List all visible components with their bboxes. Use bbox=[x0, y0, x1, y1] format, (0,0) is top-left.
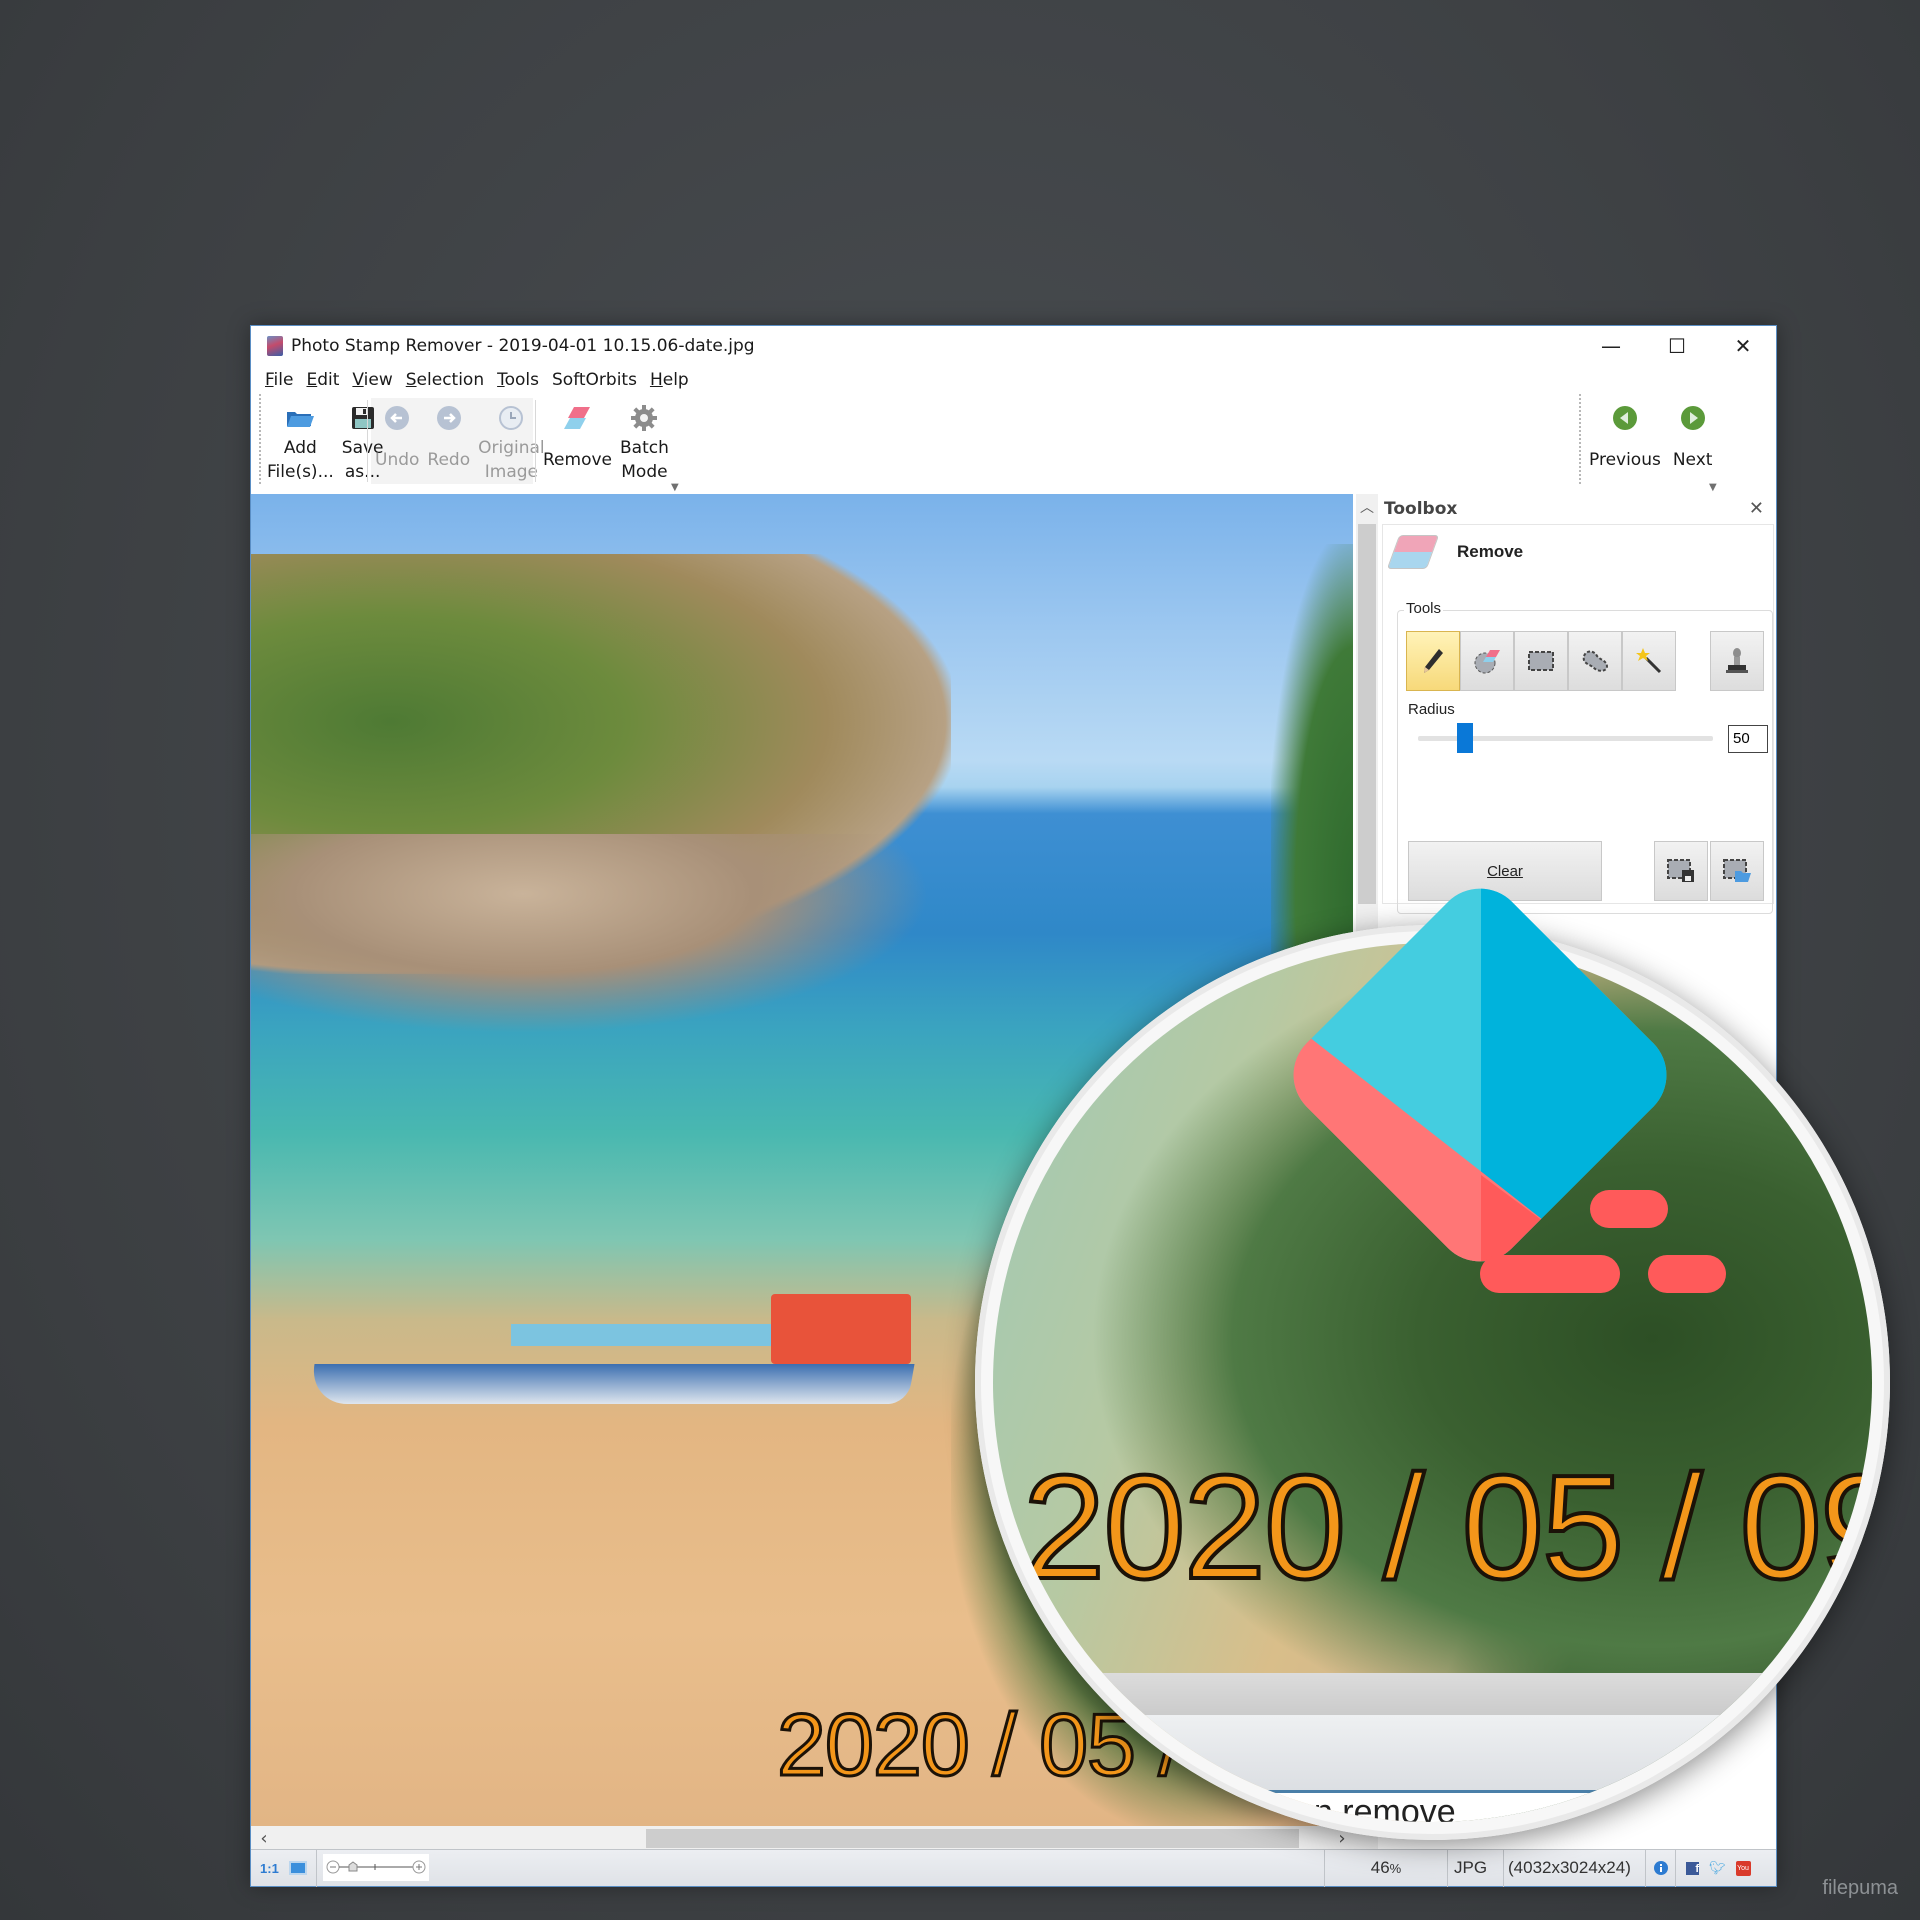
stamp-icon bbox=[1726, 648, 1748, 673]
logo-cyan-dark bbox=[1481, 869, 1686, 1281]
rectangle-selection-icon bbox=[1528, 651, 1554, 671]
lasso-selection-icon bbox=[1582, 650, 1609, 672]
redo-button[interactable]: Redo bbox=[423, 398, 474, 486]
actual-size-button[interactable]: 1:1 bbox=[260, 1861, 279, 1876]
eraser-selection-tool-button[interactable] bbox=[1460, 631, 1514, 691]
undo-arrow-icon bbox=[381, 402, 413, 434]
minimize-button[interactable]: — bbox=[1578, 326, 1644, 366]
clock-history-icon bbox=[495, 402, 527, 434]
menu-bar: File Edit View Selection Tools SoftOrbit… bbox=[251, 366, 1776, 394]
photo-boat bbox=[307, 1294, 991, 1414]
toolbar-grip[interactable] bbox=[259, 394, 261, 484]
status-bar: 1:1 46% JPG (4032x3024x24) f 🐦︎ You bbox=[251, 1849, 1776, 1887]
menu-softorbits[interactable]: SoftOrbits bbox=[552, 370, 637, 390]
image-dimensions: (4032x3024x24) bbox=[1504, 1849, 1646, 1887]
menu-edit[interactable]: Edit bbox=[306, 370, 339, 390]
photo-rocks bbox=[251, 834, 931, 1034]
logo-dash-bottom-right bbox=[1648, 1255, 1726, 1293]
toolbar: Add File(s)... Save as... Undo Redo Orig… bbox=[251, 394, 1776, 494]
next-button[interactable]: Next bbox=[1667, 398, 1719, 486]
horizontal-scroll-thumb[interactable] bbox=[646, 1829, 1299, 1848]
pencil-tool-button[interactable] bbox=[1406, 631, 1460, 691]
menu-file[interactable]: File bbox=[265, 370, 293, 390]
facebook-icon[interactable]: f bbox=[1686, 1861, 1699, 1875]
app-icon bbox=[267, 336, 283, 356]
toolbox-title: Toolbox bbox=[1384, 499, 1458, 519]
magic-wand-tool-button[interactable] bbox=[1622, 631, 1676, 691]
logo-dash-top bbox=[1590, 1190, 1668, 1228]
remove-button[interactable]: Remove bbox=[539, 398, 616, 486]
zoom-level: 46% bbox=[1324, 1849, 1448, 1887]
magnifier-caption: can remove bbox=[1278, 1793, 1456, 1822]
undo-button[interactable]: Undo bbox=[371, 398, 423, 486]
magnified-date-stamp: 2020 / 05 / 09 bbox=[1021, 1443, 1872, 1612]
radius-label: Radius bbox=[1408, 701, 1455, 718]
scroll-up-icon[interactable]: ︿ bbox=[1356, 494, 1378, 520]
close-button[interactable]: ✕ bbox=[1710, 326, 1776, 366]
eraser-icon bbox=[1386, 535, 1440, 569]
gear-icon bbox=[628, 402, 660, 434]
eraser-selection-icon bbox=[1474, 650, 1500, 674]
previous-arrow-icon bbox=[1609, 402, 1641, 434]
menu-selection[interactable]: Selection bbox=[406, 370, 484, 390]
batch-mode-button[interactable]: Batch Mode bbox=[616, 398, 673, 486]
horizontal-scrollbar[interactable]: ‹ › bbox=[251, 1826, 1378, 1851]
eraser-logo-icon bbox=[1274, 869, 1726, 1293]
logo-dash-bottom-left bbox=[1480, 1255, 1620, 1293]
stamp-tool-button[interactable] bbox=[1710, 631, 1764, 691]
mode-label: Remove bbox=[1457, 542, 1524, 561]
toolbox-close-icon[interactable]: ✕ bbox=[1749, 498, 1764, 519]
next-arrow-icon bbox=[1677, 402, 1709, 434]
toolbar-overflow-icon[interactable]: ▼ bbox=[671, 482, 679, 493]
twitter-icon[interactable]: 🐦︎ bbox=[1709, 1860, 1726, 1876]
maximize-button[interactable]: ☐ bbox=[1644, 326, 1710, 366]
redo-arrow-icon bbox=[433, 402, 465, 434]
zoom-slider[interactable] bbox=[323, 1854, 429, 1881]
nav-overflow-icon[interactable]: ▼ bbox=[1709, 482, 1717, 493]
file-format: JPG bbox=[1448, 1849, 1504, 1887]
info-icon[interactable] bbox=[1646, 1849, 1676, 1887]
menu-view[interactable]: View bbox=[352, 370, 392, 390]
youtube-icon[interactable]: You bbox=[1735, 1860, 1751, 1876]
radius-input[interactable]: 50 bbox=[1728, 725, 1768, 753]
rectangle-selection-tool-button[interactable] bbox=[1514, 631, 1568, 691]
eraser-icon bbox=[562, 402, 594, 434]
scroll-left-icon[interactable]: ‹ bbox=[253, 1826, 275, 1851]
watermark: filepuma bbox=[1822, 1877, 1898, 1899]
fit-to-window-icon[interactable] bbox=[288, 1861, 307, 1875]
menu-tools[interactable]: Tools bbox=[497, 370, 539, 390]
lasso-selection-tool-button[interactable] bbox=[1568, 631, 1622, 691]
window-title: Photo Stamp Remover - 2019-04-01 10.15.0… bbox=[291, 336, 755, 356]
original-image-button[interactable]: Original Image bbox=[474, 398, 549, 486]
add-files-button[interactable]: Add File(s)... bbox=[263, 398, 338, 486]
title-bar: Photo Stamp Remover - 2019-04-01 10.15.0… bbox=[251, 326, 1776, 366]
previous-button[interactable]: Previous bbox=[1583, 398, 1667, 486]
open-folder-icon bbox=[284, 402, 316, 434]
radius-slider-thumb[interactable] bbox=[1457, 723, 1474, 753]
magic-wand-icon bbox=[1636, 648, 1662, 674]
menu-help[interactable]: Help bbox=[650, 370, 689, 390]
nav-toolbar-grip[interactable] bbox=[1579, 394, 1581, 484]
pencil-icon bbox=[1424, 649, 1443, 673]
